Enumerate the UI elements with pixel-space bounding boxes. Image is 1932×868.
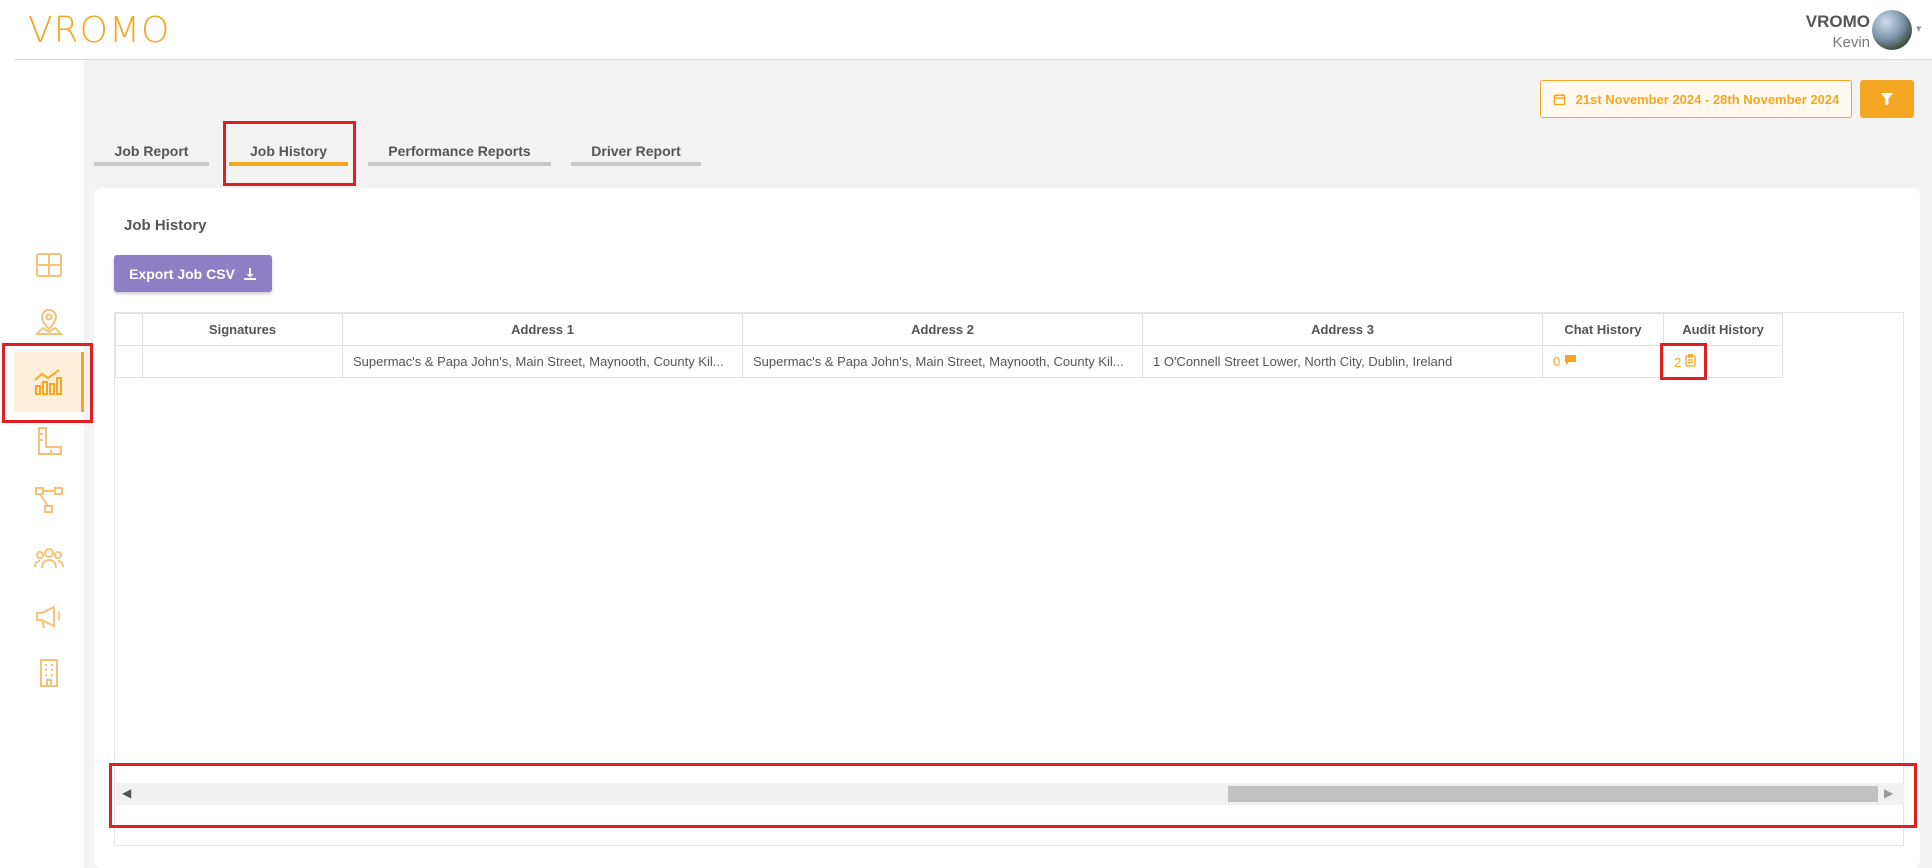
export-button-label: Export Job CSV bbox=[129, 265, 235, 282]
table-frame bbox=[114, 312, 1904, 846]
tab-driver-report[interactable]: Driver Report bbox=[571, 140, 701, 166]
audit-history-cell[interactable]: 2 bbox=[1663, 345, 1783, 378]
chat-icon[interactable] bbox=[1564, 354, 1577, 366]
audit-count[interactable]: 2 bbox=[1674, 355, 1681, 370]
calendar-icon bbox=[1553, 93, 1565, 105]
top-bar: VROMO VROMO Kevin ▾ bbox=[0, 0, 1932, 60]
signatures-cell bbox=[142, 345, 343, 378]
sidebar-item-dashboard[interactable] bbox=[14, 235, 84, 295]
export-job-csv-button[interactable]: Export Job CSV bbox=[114, 255, 272, 292]
sidebar-item-map[interactable] bbox=[14, 292, 84, 352]
column-header-select[interactable] bbox=[115, 313, 143, 346]
scroll-right-arrow-icon[interactable]: ▶ bbox=[1884, 786, 1893, 800]
column-header-address1[interactable]: Address 1 bbox=[342, 313, 743, 346]
row-select-cell[interactable] bbox=[115, 345, 143, 378]
tab-job-report[interactable]: Job Report bbox=[94, 140, 209, 166]
sidebar-item-users[interactable] bbox=[14, 528, 84, 588]
avatar[interactable] bbox=[1872, 10, 1912, 50]
job-history-table: Signatures Address 1 Address 2 Address 3… bbox=[115, 313, 1783, 378]
address3-cell: 1 O'Connell Street Lower, North City, Du… bbox=[1142, 345, 1543, 378]
dashboard-icon bbox=[36, 253, 62, 277]
sidebar-item-analytics[interactable] bbox=[14, 352, 84, 412]
sidebar-item-workflow[interactable] bbox=[14, 470, 84, 530]
users-icon bbox=[34, 548, 64, 569]
scroll-left-arrow-icon[interactable]: ◀ bbox=[122, 786, 131, 800]
date-range-label: 21st November 2024 - 28th November 2024 bbox=[1575, 91, 1840, 107]
chat-history-cell[interactable]: 0 bbox=[1542, 345, 1664, 378]
date-range-picker[interactable]: 21st November 2024 - 28th November 2024 bbox=[1540, 80, 1852, 118]
sidebar bbox=[0, 60, 84, 868]
page-title: Job History bbox=[124, 217, 207, 234]
ruler-icon bbox=[38, 427, 62, 455]
sidebar-item-campaigns[interactable] bbox=[14, 586, 84, 646]
map-icon bbox=[34, 308, 64, 335]
megaphone-icon bbox=[36, 605, 61, 629]
filter-icon bbox=[1881, 93, 1893, 106]
scrollbar-thumb[interactable] bbox=[1228, 786, 1878, 802]
sidebar-item-buildings[interactable] bbox=[14, 643, 84, 703]
chevron-down-icon[interactable]: ▾ bbox=[1916, 22, 1922, 35]
workflow-icon bbox=[35, 487, 63, 513]
building-icon bbox=[40, 659, 58, 687]
clipboard-icon[interactable] bbox=[1685, 353, 1696, 367]
tab-performance-reports[interactable]: Performance Reports bbox=[368, 140, 551, 166]
column-header-address2[interactable]: Address 2 bbox=[742, 313, 1143, 346]
download-icon bbox=[243, 267, 256, 280]
user-name: Kevin bbox=[1832, 34, 1870, 51]
address2-cell: Supermac's & Papa John's, Main Street, M… bbox=[742, 345, 1143, 378]
user-info[interactable]: VROMO Kevin bbox=[1806, 12, 1870, 51]
analytics-icon bbox=[33, 369, 62, 395]
address1-cell: Supermac's & Papa John's, Main Street, M… bbox=[342, 345, 743, 378]
column-header-address3[interactable]: Address 3 bbox=[1142, 313, 1543, 346]
tab-job-history[interactable]: Job History bbox=[229, 140, 348, 166]
table-header-row: Signatures Address 1 Address 2 Address 3… bbox=[115, 313, 1783, 346]
vromo-logo[interactable]: VROMO bbox=[28, 10, 170, 51]
filter-button[interactable] bbox=[1860, 80, 1914, 118]
column-header-chat-history[interactable]: Chat History bbox=[1542, 313, 1664, 346]
chat-count[interactable]: 0 bbox=[1553, 354, 1560, 369]
table-row[interactable]: Supermac's & Papa John's, Main Street, M… bbox=[115, 345, 1783, 378]
sidebar-item-ruler[interactable] bbox=[14, 411, 84, 471]
column-header-signatures[interactable]: Signatures bbox=[142, 313, 343, 346]
column-header-audit-history[interactable]: Audit History bbox=[1663, 313, 1783, 346]
user-company: VROMO bbox=[1805, 12, 1870, 31]
